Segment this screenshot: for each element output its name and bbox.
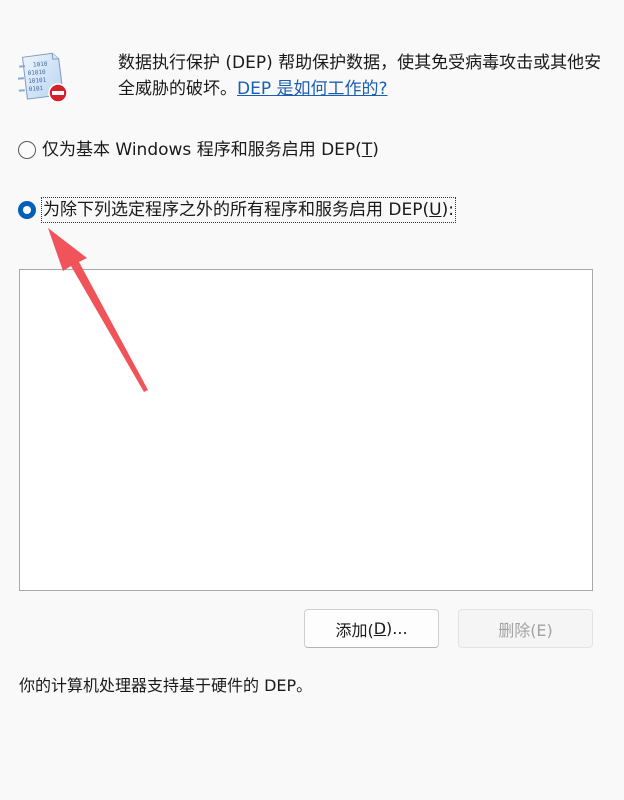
svg-text:10101: 10101 xyxy=(28,77,47,85)
dep-binary-icon: 1010 01010 10101 0101 xyxy=(17,52,68,103)
dep-description: 数据执行保护 (DEP) 帮助保护数据，使其免受病毒攻击或其他安全威胁的破坏。D… xyxy=(118,50,608,102)
radio-basic-programs[interactable] xyxy=(18,141,36,159)
radio-all-except-selected[interactable] xyxy=(18,201,36,219)
radio-basic-programs-label: 仅为基本 Windows 程序和服务启用 DEP(T) xyxy=(42,140,379,160)
add-program-button[interactable]: 添加(D)... xyxy=(304,609,439,648)
svg-text:0101: 0101 xyxy=(29,85,44,93)
excluded-programs-list[interactable] xyxy=(19,269,593,591)
remove-program-button[interactable]: 删除(E) xyxy=(458,609,593,648)
radio-basic-programs-option[interactable]: 仅为基本 Windows 程序和服务启用 DEP(T) xyxy=(18,138,379,162)
svg-text:1010: 1010 xyxy=(33,61,48,69)
radio-all-except-label: 为除下列选定程序之外的所有程序和服务启用 DEP(U): xyxy=(41,197,456,223)
radio-all-except-option[interactable]: 为除下列选定程序之外的所有程序和服务启用 DEP(U): xyxy=(18,197,456,223)
svg-text:01010: 01010 xyxy=(27,69,46,77)
dep-help-link[interactable]: DEP 是如何工作的? xyxy=(237,79,388,99)
hardware-dep-status: 你的计算机处理器支持基于硬件的 DEP。 xyxy=(19,676,313,695)
